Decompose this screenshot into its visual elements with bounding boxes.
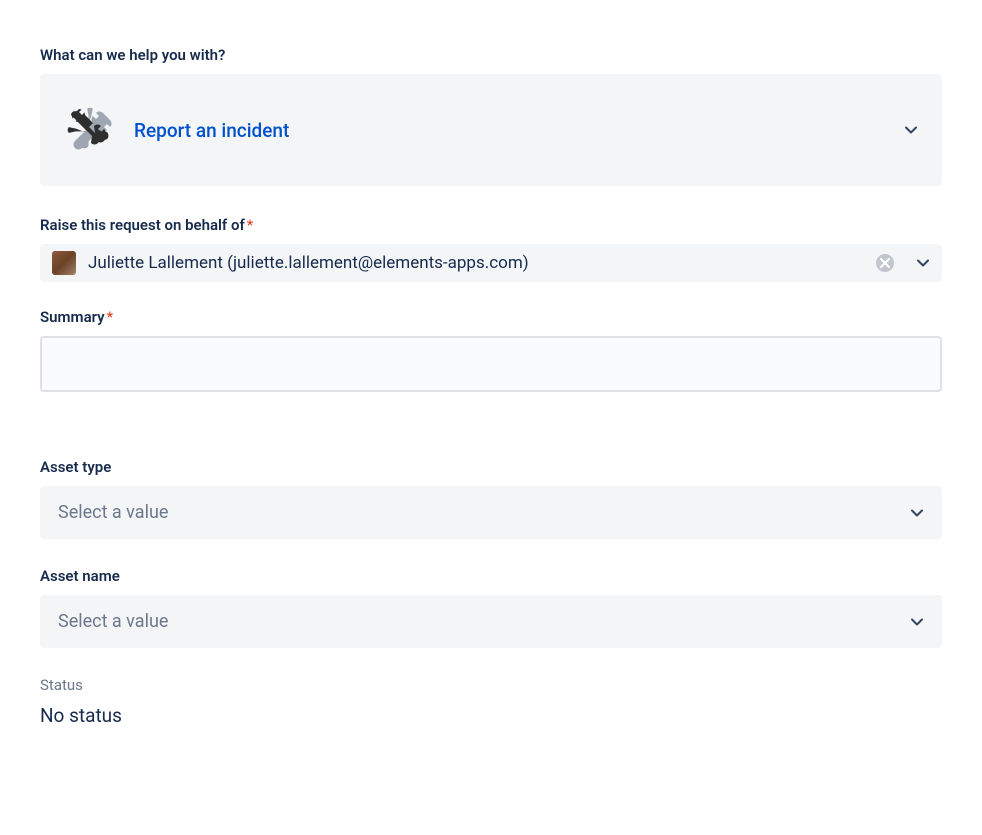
asset-name-label: Asset name (40, 567, 942, 585)
asset-name-select[interactable]: Select a value (40, 595, 942, 648)
status-label: Status (40, 676, 942, 694)
wrench-icon (64, 104, 116, 156)
summary-label: Summary* (40, 308, 942, 326)
asset-type-placeholder: Select a value (58, 502, 910, 523)
help-prompt-label: What can we help you with? (40, 46, 942, 64)
chevron-down-icon (916, 256, 930, 270)
behalf-label: Raise this request on behalf of* (40, 216, 942, 234)
behalf-user-select[interactable]: Juliette Lallement (juliette.lallement@e… (40, 244, 942, 282)
request-type-label: Report an incident (134, 119, 886, 142)
status-value: No status (40, 704, 942, 727)
required-mark: * (107, 308, 113, 326)
request-type-selector[interactable]: Report an incident (40, 74, 942, 186)
asset-name-placeholder: Select a value (58, 611, 910, 632)
asset-type-select[interactable]: Select a value (40, 486, 942, 539)
behalf-user-name: Juliette Lallement (juliette.lallement@e… (88, 253, 864, 273)
chevron-down-icon (904, 123, 918, 137)
required-mark: * (247, 216, 253, 234)
avatar (52, 251, 76, 275)
summary-input[interactable] (40, 336, 942, 392)
chevron-down-icon (910, 506, 924, 520)
chevron-down-icon (910, 615, 924, 629)
clear-icon[interactable] (876, 254, 894, 272)
asset-type-label: Asset type (40, 458, 942, 476)
